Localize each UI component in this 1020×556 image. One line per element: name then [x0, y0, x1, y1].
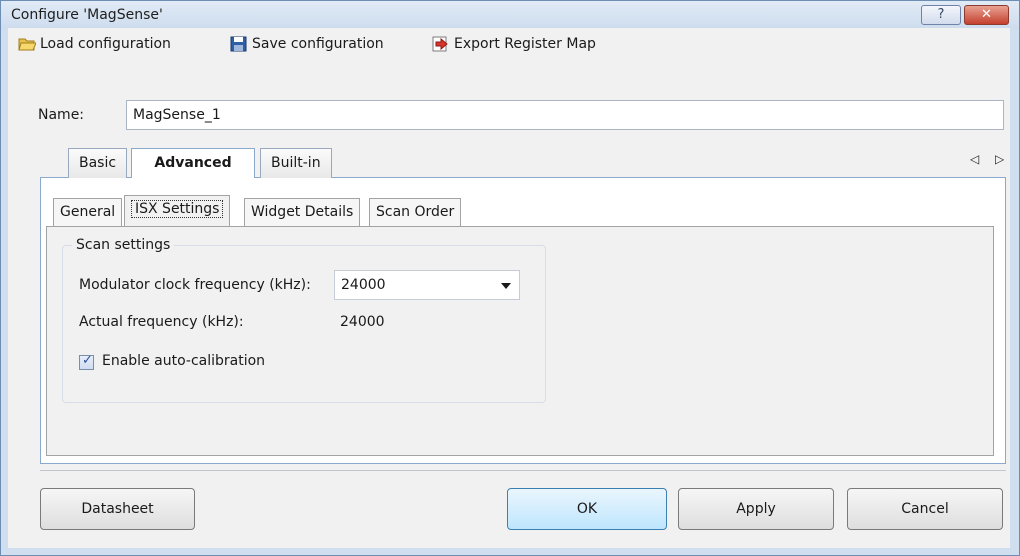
ok-button[interactable]: OK [507, 488, 667, 530]
help-button[interactable]: ? [921, 5, 961, 25]
scan-settings-title: Scan settings [72, 237, 175, 253]
name-label: Name: [38, 107, 85, 123]
save-configuration-label: Save configuration [252, 36, 384, 52]
window-title: Configure 'MagSense' [11, 7, 163, 23]
auto-calibration-checkbox[interactable]: ✓ [79, 353, 94, 370]
tab-scroll-arrows[interactable]: ◁ ▷ [970, 152, 1010, 166]
modulator-clock-select[interactable]: 24000 [334, 270, 520, 300]
tab-advanced[interactable]: Advanced [131, 148, 255, 179]
modulator-clock-value: 24000 [341, 277, 386, 293]
chevron-down-icon [501, 283, 511, 289]
tab-basic[interactable]: Basic [68, 148, 128, 178]
open-folder-icon [18, 38, 36, 51]
export-register-map-button[interactable]: Export Register Map [432, 33, 596, 55]
cancel-button[interactable]: Cancel [847, 488, 1003, 530]
export-arrow-icon [432, 36, 448, 52]
load-configuration-label: Load configuration [40, 36, 171, 52]
title-bar[interactable]: Configure 'MagSense' ? ✕ [1, 1, 1019, 29]
save-configuration-button[interactable]: Save configuration [230, 33, 384, 55]
floppy-disk-icon [230, 36, 247, 52]
name-field[interactable] [126, 100, 1004, 130]
footer-divider [40, 470, 1006, 471]
load-configuration-button[interactable]: Load configuration [18, 33, 171, 55]
tab-built-in[interactable]: Built-in [260, 148, 332, 178]
actual-frequency-value: 24000 [340, 314, 385, 330]
modulator-clock-label: Modulator clock frequency (kHz): [79, 277, 311, 293]
subtab-widget-details[interactable]: Widget Details [244, 198, 361, 226]
datasheet-button[interactable]: Datasheet [40, 488, 195, 530]
close-button[interactable]: ✕ [964, 5, 1009, 25]
apply-button[interactable]: Apply [678, 488, 834, 530]
checkmark-icon: ✓ [82, 353, 93, 368]
subtab-isx-settings-label: ISX Settings [131, 200, 224, 218]
export-register-map-label: Export Register Map [454, 36, 596, 52]
actual-frequency-label: Actual frequency (kHz): [79, 314, 244, 330]
subtab-scan-order[interactable]: Scan Order [369, 198, 462, 226]
subtab-isx-settings[interactable]: ISX Settings [124, 195, 231, 227]
auto-calibration-label[interactable]: Enable auto-calibration [102, 353, 265, 369]
subtab-general[interactable]: General [53, 198, 123, 226]
